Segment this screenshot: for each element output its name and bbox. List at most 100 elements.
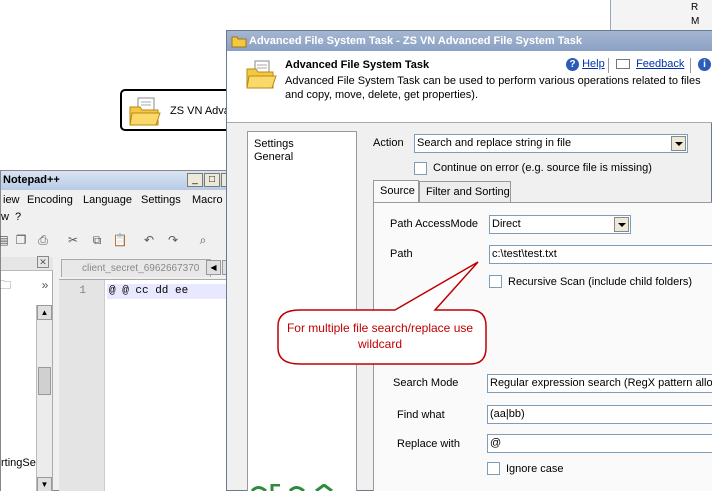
- folder-icon: [246, 60, 277, 89]
- ignore-case-label: Ignore case: [506, 463, 564, 475]
- path-access-select[interactable]: Direct: [489, 215, 631, 234]
- path-access-label: Path AccessMode: [390, 218, 479, 230]
- menu-settings[interactable]: Settings: [141, 194, 181, 206]
- undo-icon[interactable]: ↶: [141, 232, 157, 248]
- side-scrollbar[interactable]: ▲ ▼: [36, 305, 52, 491]
- nav-settings[interactable]: Settings: [254, 138, 294, 150]
- notepad-menubar: iew Encoding Language Settings Macro: [1, 191, 241, 209]
- save-all-icon[interactable]: ❐: [13, 232, 29, 248]
- continue-on-error-label: Continue on error (e.g. source file is m…: [433, 162, 652, 174]
- print-icon[interactable]: ⎙: [35, 232, 51, 248]
- header-description: Advanced File System Task can be used to…: [285, 75, 701, 101]
- path-access-value: Direct: [492, 218, 521, 230]
- continue-on-error-checkbox[interactable]: [414, 162, 427, 175]
- notepad-window: Notepad++ _ □ ✕ iew Encoding Language Se…: [0, 170, 241, 491]
- separator: [690, 58, 691, 73]
- menu-language[interactable]: Language: [83, 194, 132, 206]
- separator: [608, 58, 609, 73]
- tab-filter-label: Filter and Sorting: [426, 186, 510, 198]
- current-line: @ @ cc dd ee: [107, 284, 235, 299]
- path-value: c:\test\test.txt: [492, 248, 557, 260]
- search-mode-value: Regular expression search (RegX pattern …: [490, 377, 712, 389]
- minimize-button[interactable]: _: [187, 173, 203, 187]
- logo-fragment: [250, 484, 333, 491]
- chevron-down-icon[interactable]: [671, 136, 686, 151]
- notepad-title: Notepad++: [3, 174, 60, 186]
- action-value: Search and replace string in file: [417, 137, 572, 149]
- redo-icon[interactable]: ↷: [165, 232, 181, 248]
- recursive-scan-checkbox[interactable]: [489, 275, 502, 288]
- nav-general[interactable]: General: [254, 151, 293, 163]
- recursive-scan-label: Recursive Scan (include child folders): [508, 276, 693, 288]
- help-link-text[interactable]: Help: [582, 58, 605, 70]
- replace-with-input[interactable]: @: [487, 434, 712, 453]
- menu-help[interactable]: ?: [15, 211, 21, 223]
- line-number-gutter: 1: [59, 280, 105, 491]
- solution-item[interactable]: R: [691, 2, 698, 13]
- editor-area[interactable]: 1 @ @ cc dd ee: [59, 279, 239, 491]
- folder-icon: [129, 97, 161, 126]
- tab-scroll-left[interactable]: ◀: [206, 260, 221, 275]
- more-icon[interactable]: »: [37, 277, 53, 293]
- action-select[interactable]: Search and replace string in file: [414, 134, 688, 153]
- find-icon[interactable]: ⌕: [195, 232, 211, 248]
- document-tab[interactable]: client_secret_6962667370: [61, 259, 211, 277]
- solution-explorer-panel: R M: [610, 0, 712, 30]
- settings-nav: Settings General: [247, 131, 357, 491]
- notepad-titlebar[interactable]: Notepad++ _ □ ✕: [1, 171, 241, 190]
- panel-close-icon[interactable]: ✕: [37, 256, 49, 268]
- line-text: @ @ cc dd ee: [109, 285, 189, 297]
- replace-with-value: @: [490, 437, 502, 449]
- help-icon: ?: [566, 58, 579, 71]
- tab-source-label: Source: [380, 185, 415, 197]
- search-mode-label: Search Mode: [393, 377, 459, 389]
- side-panel-text: rtingSe: [1, 457, 36, 469]
- notepad-side-panel: ✕ 🗀 » rtingSe ▲ ▼: [0, 256, 53, 491]
- ignore-case-checkbox[interactable]: [487, 462, 500, 475]
- document-tab-label: client_secret_6962667370: [82, 263, 200, 274]
- callout-text: For multiple file search/replace use wil…: [286, 321, 474, 351]
- header-title: Advanced File System Task: [285, 59, 430, 71]
- action-label: Action: [373, 137, 404, 149]
- tab-filter-and-sorting[interactable]: Filter and Sorting: [419, 181, 511, 202]
- help-link[interactable]: ? Help: [566, 58, 605, 71]
- tab-strip: Source Filter and Sorting: [373, 180, 712, 203]
- notepad-menubar-2: w ? X: [1, 209, 241, 225]
- task-box[interactable]: ZS VN Adva: [120, 89, 240, 131]
- dialog-title: Advanced File System Task - ZS VN Advanc…: [249, 35, 582, 47]
- line-number: 1: [79, 285, 86, 297]
- path-input[interactable]: c:\test\test.txt: [489, 245, 712, 264]
- scroll-up-arrow[interactable]: ▲: [37, 305, 52, 320]
- find-what-label: Find what: [397, 409, 445, 421]
- menu-view[interactable]: iew: [3, 194, 20, 206]
- folder-icon[interactable]: 🗀: [0, 277, 13, 293]
- feedback-link-text[interactable]: Feedback: [636, 58, 684, 70]
- maximize-button[interactable]: □: [204, 173, 220, 187]
- paste-icon[interactable]: 📋: [112, 232, 128, 248]
- open-icon[interactable]: ▤: [0, 232, 11, 248]
- copy-icon[interactable]: ⧉: [89, 232, 105, 248]
- feedback-link[interactable]: Feedback: [616, 58, 684, 70]
- solution-item[interactable]: M: [691, 16, 699, 27]
- menu-macro[interactable]: Macro: [192, 194, 223, 206]
- task-box-label: ZS VN Adva: [170, 105, 230, 117]
- menu-window[interactable]: w: [1, 211, 9, 223]
- dialog-titlebar[interactable]: Advanced File System Task - ZS VN Advanc…: [227, 31, 712, 51]
- search-mode-select[interactable]: Regular expression search (RegX pattern …: [487, 374, 712, 393]
- mail-icon: [616, 59, 630, 70]
- scroll-down-arrow[interactable]: ▼: [37, 477, 52, 491]
- cut-icon[interactable]: ✂: [65, 232, 81, 248]
- find-what-value: (aa|bb): [490, 408, 525, 420]
- scroll-thumb[interactable]: [38, 367, 51, 395]
- chevron-down-icon[interactable]: [614, 217, 629, 232]
- advanced-file-system-task-dialog: Advanced File System Task - ZS VN Advanc…: [226, 30, 712, 491]
- notepad-toolbar: ▤ ❐ ⎙ ✂ ⧉ 📋 ↶ ↷ ⌕ »: [0, 227, 241, 253]
- folder-icon: [231, 36, 247, 48]
- info-icon[interactable]: i: [698, 58, 711, 71]
- replace-with-label: Replace with: [397, 438, 460, 450]
- find-what-input[interactable]: (aa|bb): [487, 405, 712, 424]
- dialog-header: Advanced File System Task Advanced File …: [227, 51, 712, 123]
- tab-source[interactable]: Source: [373, 180, 419, 202]
- menu-encoding[interactable]: Encoding: [27, 194, 73, 206]
- path-label: Path: [390, 248, 413, 260]
